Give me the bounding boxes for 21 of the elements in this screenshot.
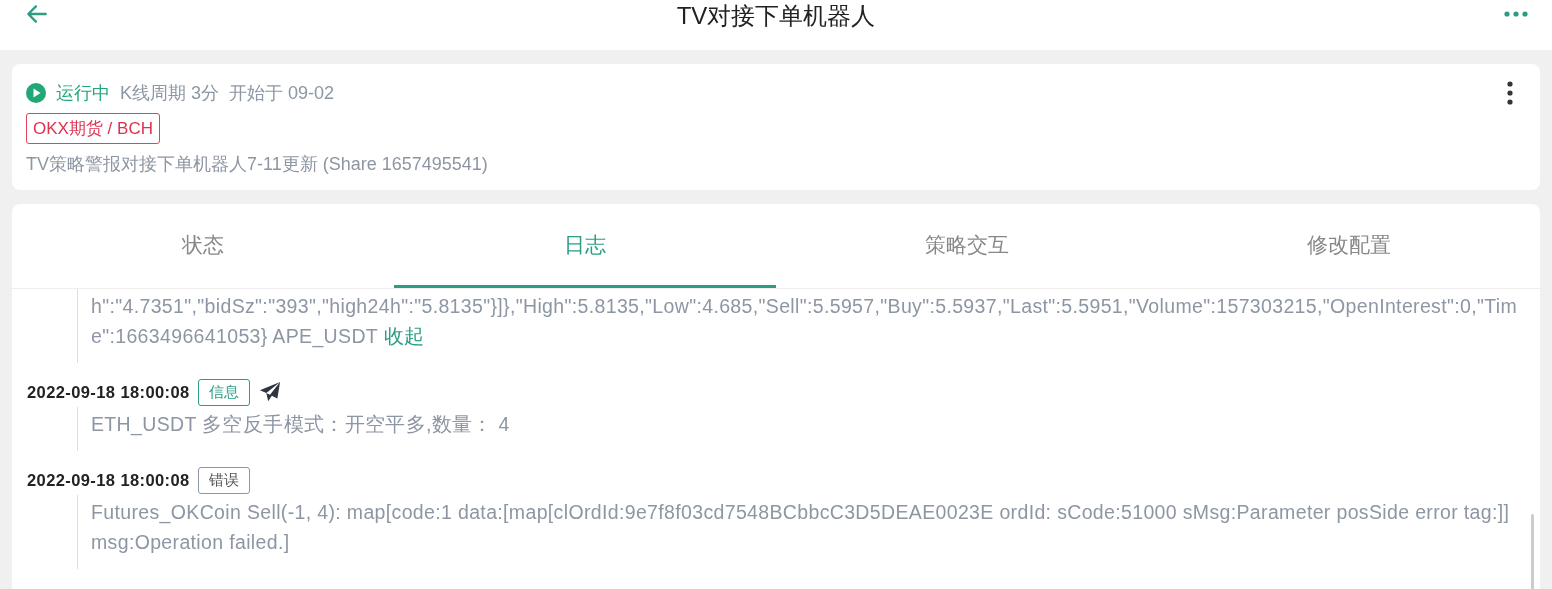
strategy-name: TV策略警报对接下单机器人7-11更新 (Share 1657495541) <box>26 153 489 176</box>
log-time: 2022-09-18 18:00:08 <box>27 470 190 490</box>
log-message: ETH_USDT 多空反手模式：开空平多,数量： 4 <box>91 412 511 438</box>
page-title: TV对接下单机器人 <box>676 1 876 31</box>
log-message: Futures_OKCoin Sell(-1, 4): map[code:1 data:[map[clOrdId:9e7f8f03cd7548BCbbcC3D5DEAE0023E ordId: sCode:51000 sMsg:Parameter posSide error tag:]] msg:Operation failed.] <box>91 500 1511 555</box>
exchange-tag: OKX期货 / BCH <box>26 113 160 144</box>
tab[interactable]: 日志 <box>394 204 776 288</box>
tab[interactable]: 修改配置 <box>1158 204 1540 288</box>
tab[interactable]: 状态 <box>12 204 394 288</box>
level-tag: 信息 <box>197 378 250 406</box>
level-tag: 错误 <box>197 466 250 494</box>
more-icon[interactable] <box>1504 10 1528 18</box>
period-text: K线周期 3分 <box>120 82 220 105</box>
status-text: 运行中 <box>56 82 110 105</box>
log-message: h":"4.7351","bidSz":"393","high24h":"5.8135"}]},"High":5.8135,"Low":4.685,"Sell":5.5957,"Buy":5.5937,"Last":5.5951,"Volume":157303215,"OpenInterest":0,"Time":1663496641053} APE_USDT 收起 <box>91 294 1519 350</box>
collapse-link[interactable]: 收起 <box>383 325 425 347</box>
log-time: 2022-09-18 18:00:08 <box>27 382 190 402</box>
scrollbar[interactable] <box>1531 514 1534 589</box>
menu-icon[interactable] <box>1506 81 1514 105</box>
start-date: 开始于 09-02 <box>229 82 335 105</box>
tab[interactable]: 策略交互 <box>776 204 1158 288</box>
